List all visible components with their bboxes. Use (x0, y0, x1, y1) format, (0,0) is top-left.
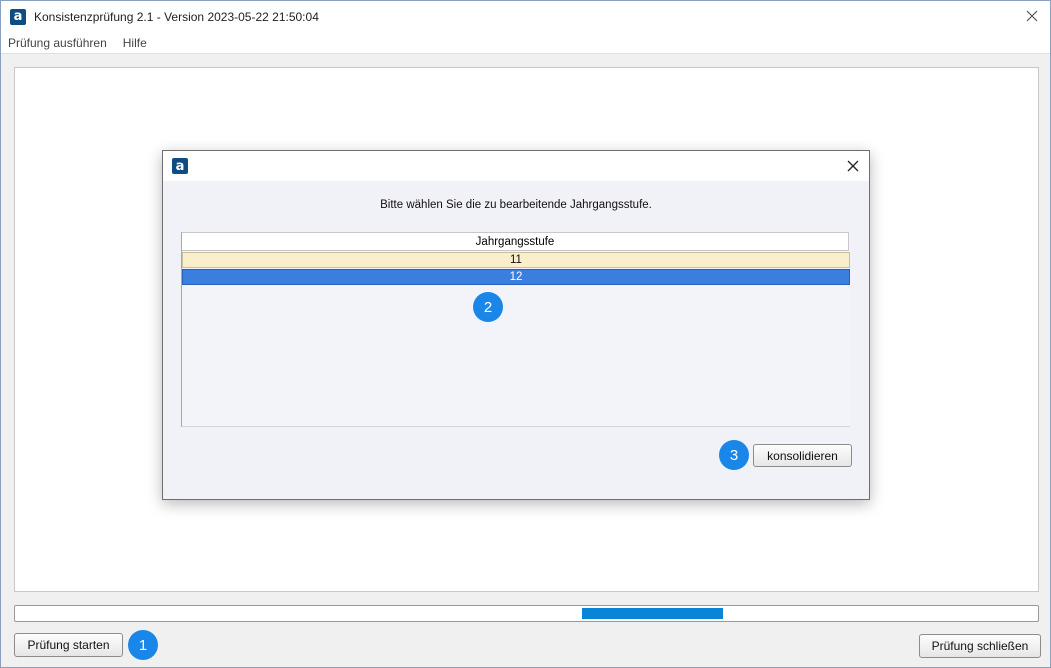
table-row[interactable]: 11 (182, 252, 850, 268)
window-title: Konsistenzprüfung 2.1 - Version 2023-05-… (34, 9, 319, 24)
table-row-selected[interactable]: 12 (182, 269, 850, 285)
table-header-jahrgangsstufe[interactable]: Jahrgangsstufe (182, 232, 849, 251)
start-check-button[interactable]: Prüfung starten (14, 633, 123, 657)
year-selection-dialog: a Bitte wählen Sie die zu bearbeitende J… (162, 150, 870, 500)
dialog-app-logo-icon: a (172, 158, 188, 174)
dialog-prompt: Bitte wählen Sie die zu bearbeitende Jah… (380, 199, 652, 211)
progress-bar (14, 605, 1039, 622)
close-check-button[interactable]: Prüfung schließen (919, 634, 1041, 658)
dialog-close-button[interactable] (844, 157, 862, 175)
window-close-button[interactable] (1023, 7, 1041, 25)
main-window: a Konsistenzprüfung 2.1 - Version 2023-0… (0, 0, 1051, 668)
close-icon (1026, 10, 1038, 22)
step-marker-3: 3 (719, 440, 749, 470)
menu-bar: Prüfung ausführen Hilfe (1, 32, 1050, 54)
close-icon (847, 160, 859, 172)
menu-hilfe[interactable]: Hilfe (115, 36, 155, 50)
year-table: Jahrgangsstufe 11 12 (181, 232, 850, 427)
app-logo-icon: a (10, 8, 26, 25)
step-marker-2: 2 (473, 292, 503, 322)
progress-bar-fill (582, 608, 723, 619)
dialog-title-bar: a (163, 151, 869, 181)
menu-pruefung-ausfuehren[interactable]: Prüfung ausführen (1, 36, 115, 50)
title-bar: a Konsistenzprüfung 2.1 - Version 2023-0… (1, 1, 1050, 32)
consolidate-button[interactable]: konsolidieren (753, 444, 852, 467)
step-marker-1: 1 (128, 630, 158, 660)
